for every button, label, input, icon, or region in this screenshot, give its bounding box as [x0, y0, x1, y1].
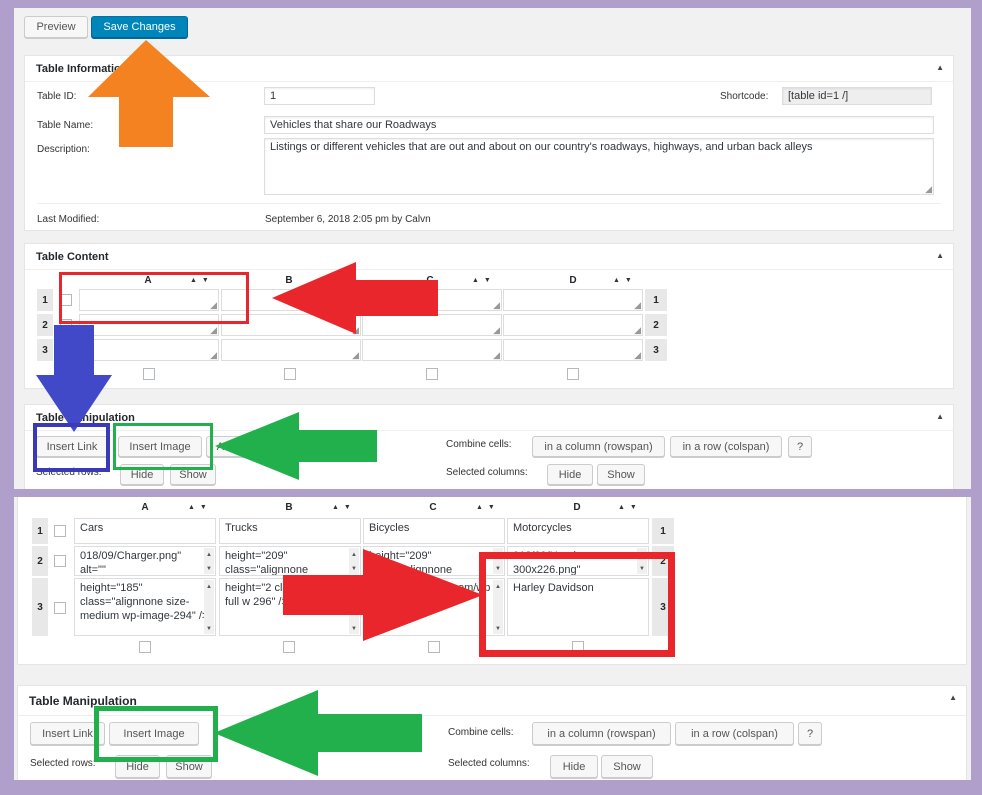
table-id-label: Table ID:	[37, 91, 77, 102]
resize-grip-icon[interactable]: ◢	[493, 326, 500, 335]
table-cell[interactable]: 018/09/Charger.png" alt="" ▲ ▼	[74, 546, 216, 576]
combine-cells-label: Combine cells:	[446, 439, 512, 450]
description-label: Description:	[37, 144, 90, 155]
resize-grip-icon[interactable]: ◢	[210, 326, 217, 335]
table-cell[interactable]: ◢	[503, 339, 643, 361]
column-checkbox[interactable]	[426, 368, 438, 380]
red-right-arrow-icon	[283, 549, 483, 641]
save-changes-button[interactable]: Save Changes	[91, 16, 188, 38]
collapse-toggle-icon[interactable]: ▲	[936, 251, 944, 260]
description-text: Listings or different vehicles that are …	[270, 141, 813, 153]
table-cell[interactable]: ◢	[221, 339, 361, 361]
highlight-box-harley-cell	[479, 552, 675, 657]
red-left-arrow-icon	[272, 262, 438, 334]
sort-arrows-icon[interactable]: ▲▼	[618, 504, 642, 511]
table-name-label: Table Name:	[37, 120, 94, 131]
resize-grip-icon[interactable]: ◢	[493, 301, 500, 310]
help-button[interactable]: ?	[788, 436, 812, 457]
table-cell[interactable]: ◢	[503, 314, 643, 336]
combine-cells-label: Combine cells:	[448, 727, 514, 738]
highlight-box-cell-a1	[59, 272, 249, 324]
colspan-button[interactable]: in a row (colspan)	[675, 722, 794, 745]
rowspan-button[interactable]: in a column (rowspan)	[532, 722, 671, 745]
row-checkbox[interactable]	[54, 525, 66, 537]
column-header-d: D	[569, 275, 577, 286]
resize-grip-icon[interactable]: ◢	[634, 326, 641, 335]
sort-arrows-icon[interactable]: ▲▼	[188, 504, 212, 511]
shortcode-label: Shortcode:	[720, 91, 769, 102]
column-checkbox[interactable]	[567, 368, 579, 380]
last-modified-label: Last Modified:	[37, 214, 100, 225]
table-cell[interactable]: Cars	[74, 518, 216, 544]
resize-grip-icon[interactable]: ◢	[352, 351, 359, 360]
row-checkbox[interactable]	[54, 555, 66, 567]
row-number: 1	[645, 289, 667, 311]
row-number: 2	[645, 314, 667, 336]
help-button[interactable]: ?	[798, 722, 822, 745]
table-cell[interactable]: Motorcycles	[507, 518, 649, 544]
orange-up-arrow-icon	[88, 40, 210, 147]
divider	[37, 203, 941, 204]
column-header-d: D	[573, 502, 581, 513]
collapse-toggle-icon[interactable]: ▲	[936, 412, 944, 421]
row-number: 1	[32, 518, 48, 544]
column-header-a: A	[141, 502, 149, 513]
colspan-button[interactable]: in a row (colspan)	[670, 436, 782, 457]
description-field[interactable]: Listings or different vehicles that are …	[264, 138, 934, 195]
resize-grip-icon[interactable]: ◢	[925, 185, 932, 194]
sort-arrows-icon[interactable]: ▲▼	[613, 277, 637, 284]
resize-grip-icon[interactable]: ◢	[634, 301, 641, 310]
highlight-box-insert-link	[33, 423, 110, 472]
table-cell[interactable]: Bicycles	[363, 518, 505, 544]
column-checkbox[interactable]	[139, 641, 151, 653]
blue-down-arrow-icon	[36, 325, 112, 432]
table-cell[interactable]: ◢	[503, 289, 643, 311]
sort-arrows-icon[interactable]: ▲▼	[472, 277, 496, 284]
highlight-box-insert-image-bottom	[94, 706, 218, 762]
green-left-arrow-icon	[215, 412, 377, 480]
table-content-title: Table Content	[36, 250, 109, 263]
shortcode-field[interactable]: [table id=1 /]	[782, 87, 932, 105]
sort-arrows-icon[interactable]: ▲▼	[332, 504, 356, 511]
green-left-arrow-icon	[214, 690, 422, 776]
show-columns-button[interactable]: Show	[601, 755, 653, 778]
column-checkbox[interactable]	[428, 641, 440, 653]
resize-grip-icon[interactable]: ◢	[493, 351, 500, 360]
row-number: 1	[652, 518, 674, 544]
selected-rows-label: Selected rows:	[30, 758, 96, 769]
rowspan-button[interactable]: in a column (rowspan)	[532, 436, 665, 457]
preview-button[interactable]: Preview	[24, 16, 88, 38]
table-cell[interactable]: Trucks	[219, 518, 361, 544]
resize-grip-icon[interactable]: ◢	[634, 351, 641, 360]
table-cell[interactable]: ◢	[362, 339, 502, 361]
collapse-toggle-icon[interactable]: ▲	[936, 63, 944, 72]
show-columns-button[interactable]: Show	[597, 464, 645, 485]
sort-arrows-icon[interactable]: ▲▼	[476, 504, 500, 511]
cell-text: 018/09/Charger.png" alt=""	[80, 550, 182, 576]
row-number: 3	[645, 339, 667, 361]
column-checkbox[interactable]	[284, 368, 296, 380]
selected-columns-label: Selected columns:	[446, 467, 528, 478]
row-number: 3	[32, 578, 48, 636]
cell-text: height="185" class="alignnone size-mediu…	[80, 582, 209, 622]
row-number: 1	[37, 289, 53, 311]
resize-grip-icon[interactable]: ◢	[210, 351, 217, 360]
scrollbar[interactable]: ▲▼	[204, 548, 214, 574]
row-checkbox[interactable]	[54, 602, 66, 614]
column-header-b: B	[285, 502, 293, 513]
column-header-c: C	[429, 502, 437, 513]
selected-columns-label: Selected columns:	[448, 758, 530, 769]
collapse-toggle-icon[interactable]: ▲	[949, 693, 957, 702]
row-number: 2	[32, 546, 48, 576]
scrollbar[interactable]: ▲▼	[204, 580, 214, 634]
table-cell[interactable]: height="185" class="alignnone size-mediu…	[74, 578, 216, 636]
last-modified-value: September 6, 2018 2:05 pm by Calvn	[265, 214, 431, 225]
table-name-field[interactable]: Vehicles that share our Roadways	[264, 116, 934, 134]
hide-columns-button[interactable]: Hide	[547, 464, 593, 485]
column-checkbox[interactable]	[143, 368, 155, 380]
hide-columns-button[interactable]: Hide	[550, 755, 598, 778]
table-id-field[interactable]: 1	[264, 87, 375, 105]
highlight-box-insert-image	[113, 423, 213, 470]
column-checkbox[interactable]	[283, 641, 295, 653]
